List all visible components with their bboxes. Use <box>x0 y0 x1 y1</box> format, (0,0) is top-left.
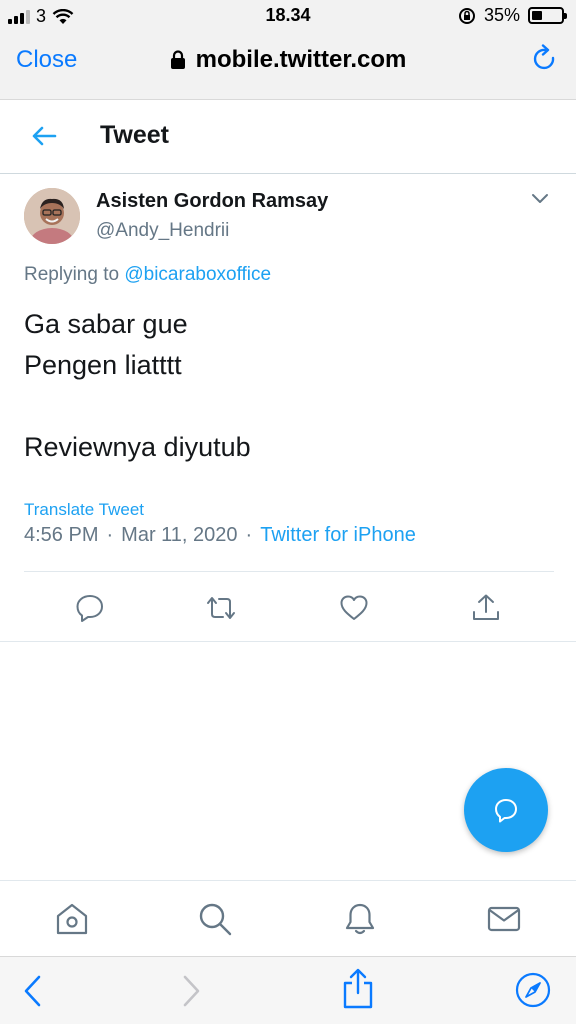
divider <box>0 641 576 642</box>
battery-icon <box>528 7 567 24</box>
display-name[interactable]: Asisten Gordon Ramsay <box>96 190 328 213</box>
user-handle[interactable]: @Andy_Hendrii <box>96 220 229 242</box>
translate-tweet-link[interactable]: Translate Tweet <box>24 500 144 520</box>
search-icon[interactable] <box>197 901 233 937</box>
url-text: mobile.twitter.com <box>195 46 407 73</box>
retweet-icon[interactable] <box>204 592 238 624</box>
browser-bottom-toolbar <box>0 956 576 1024</box>
tweet-text: Ga sabar gue Pengen liatttt Reviewnya di… <box>24 309 251 462</box>
browser-top-bar: 3 18.34 35% Close mobile.twitter.com <box>0 0 576 100</box>
replying-to: Replying to @bicaraboxoffice <box>24 264 271 286</box>
share-icon[interactable] <box>470 592 502 624</box>
replying-prefix: Replying to <box>24 264 120 285</box>
replying-mention-link[interactable]: @bicaraboxoffice <box>124 264 271 285</box>
meta-separator: · <box>245 524 253 546</box>
tweet-time[interactable]: 4:56 PM <box>24 524 98 547</box>
page-title: Tweet <box>100 121 169 149</box>
meta-separator: · <box>106 524 114 546</box>
tweet-header: Tweet <box>0 100 576 174</box>
browser-nav-row: Close mobile.twitter.com <box>0 36 576 86</box>
browser-forward-icon[interactable] <box>178 973 204 1009</box>
browser-back-icon[interactable] <box>20 973 46 1009</box>
status-bar: 3 18.34 35% <box>0 0 576 32</box>
status-right: 35% <box>458 5 567 26</box>
battery-percent: 35% <box>483 5 520 25</box>
home-icon[interactable] <box>54 901 90 937</box>
messages-envelope-icon[interactable] <box>486 901 522 937</box>
compass-icon[interactable] <box>514 971 552 1009</box>
divider <box>24 571 554 572</box>
orientation-lock-icon <box>458 7 475 24</box>
chevron-down-icon[interactable] <box>530 192 550 206</box>
avatar[interactable] <box>24 188 80 244</box>
tweet-source-link[interactable]: Twitter for iPhone <box>260 524 416 547</box>
compose-button[interactable] <box>464 768 548 852</box>
browser-share-icon[interactable] <box>340 967 376 1009</box>
like-heart-icon[interactable] <box>338 592 370 624</box>
lock-icon <box>170 50 185 69</box>
tweet-date[interactable]: Mar 11, 2020 <box>121 524 237 547</box>
reply-icon[interactable] <box>74 592 106 624</box>
notifications-bell-icon[interactable] <box>342 901 378 937</box>
reload-icon[interactable] <box>532 44 558 74</box>
tweet-meta: 4:56 PM · Mar 11, 2020 · Twitter for iPh… <box>24 524 416 547</box>
tweet-actions <box>24 586 554 630</box>
back-arrow-icon[interactable] <box>30 122 58 150</box>
address-bar[interactable]: mobile.twitter.com <box>0 46 576 74</box>
compose-message-icon <box>495 799 517 823</box>
bottom-tab-bar <box>0 880 576 956</box>
